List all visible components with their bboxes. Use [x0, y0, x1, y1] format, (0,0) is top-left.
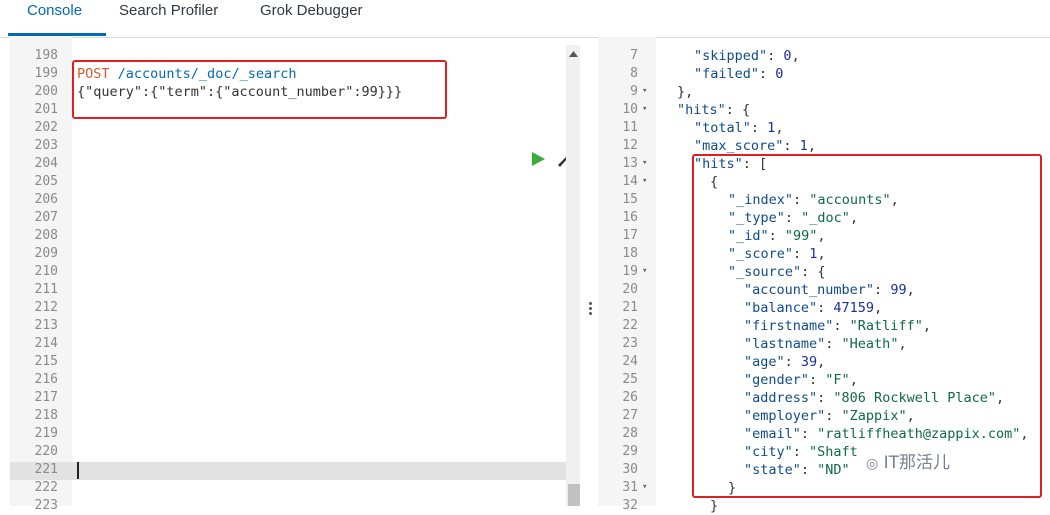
- line-number: 210: [34, 264, 58, 279]
- request-scrollbar-thumb[interactable]: [568, 484, 580, 506]
- line-number: 19: [622, 264, 638, 279]
- fold-toggle-icon[interactable]: ▾: [642, 104, 647, 114]
- line-number: 25: [622, 372, 638, 387]
- line-number: 27: [622, 408, 638, 423]
- line-number: 212: [34, 300, 58, 315]
- line-number: 18: [622, 246, 638, 261]
- tab-bar: Console Search Profiler Grok Debugger: [0, 0, 1050, 38]
- line-number: 206: [34, 192, 58, 207]
- request-line-numbers: 198 199 200 201 202 203 204 205 206 207 208 209 210 2…: [14, 47, 58, 515]
- fold-toggle-icon[interactable]: ▾: [642, 86, 647, 96]
- request-highlight-box: [72, 60, 447, 119]
- fold-toggle-icon[interactable]: ▾: [642, 176, 647, 186]
- line-number: 8: [630, 66, 638, 81]
- play-icon[interactable]: [530, 151, 546, 167]
- response-hits-highlight-box: [692, 154, 1042, 498]
- line-number: 14: [622, 174, 638, 189]
- line-number: 28: [622, 426, 638, 441]
- text-cursor: [77, 462, 79, 479]
- line-number: 9: [630, 84, 638, 99]
- line-number: 211: [34, 282, 58, 297]
- line-number: 32: [622, 498, 638, 513]
- line-number: 31: [622, 480, 638, 495]
- line-number: 24: [622, 354, 638, 369]
- fold-toggle-icon[interactable]: ▾: [642, 266, 647, 276]
- pane-resize-handle[interactable]: [589, 302, 593, 316]
- line-number: 216: [34, 372, 58, 387]
- line-number: 20: [622, 282, 638, 297]
- line-number: 7: [630, 48, 638, 63]
- line-number: 219: [34, 426, 58, 441]
- request-scrollbar[interactable]: [566, 45, 580, 506]
- response-line-close-shards: },: [677, 84, 694, 100]
- wechat-icon: ◎: [866, 456, 879, 472]
- line-number: 209: [34, 246, 58, 261]
- watermark: ◎ IT那活儿: [866, 453, 951, 473]
- line-number: 215: [34, 354, 58, 369]
- line-number: 21: [622, 300, 638, 315]
- scroll-up-arrow-icon[interactable]: [569, 51, 578, 58]
- line-number: 221: [34, 462, 58, 477]
- line-number: 29: [622, 444, 638, 459]
- line-number: 218: [34, 408, 58, 423]
- line-number: 203: [34, 138, 58, 153]
- response-line-hits-open: "hits": {: [677, 102, 751, 118]
- line-number: 204: [34, 156, 58, 171]
- tab-search-profiler[interactable]: Search Profiler: [119, 2, 218, 19]
- line-number: 16: [622, 210, 638, 225]
- line-number: 213: [34, 318, 58, 333]
- line-number: 15: [622, 192, 638, 207]
- line-number: 10: [622, 102, 638, 117]
- line-number: 222: [34, 480, 58, 495]
- line-number: 23: [622, 336, 638, 351]
- line-number: 11: [622, 120, 638, 135]
- response-line-skipped: "skipped": 0,: [694, 48, 800, 64]
- line-number: 207: [34, 210, 58, 225]
- line-number: 205: [34, 174, 58, 189]
- response-line-total: "total": 1,: [694, 120, 784, 136]
- response-line-numbers: 7 8 9 10 11 12 13 14 15 16 17 18 19 20 21 22 23 24 25 26 27 2…: [600, 47, 638, 515]
- response-line-failed: "failed": 0: [694, 66, 784, 82]
- line-number: 220: [34, 444, 58, 459]
- tab-console[interactable]: Console: [27, 2, 82, 19]
- line-number: 214: [34, 336, 58, 351]
- fold-toggle-icon[interactable]: ▾: [642, 158, 647, 168]
- line-number: 30: [622, 462, 638, 477]
- response-line-hit-close: }: [710, 498, 719, 514]
- line-number: 198: [34, 48, 58, 63]
- line-number: 208: [34, 228, 58, 243]
- line-number: 12: [622, 138, 638, 153]
- line-number: 22: [622, 318, 638, 333]
- line-number: 201: [34, 102, 58, 117]
- fold-toggle-icon[interactable]: ▾: [642, 482, 647, 492]
- line-number: 17: [622, 228, 638, 243]
- active-line-highlight: [10, 462, 566, 480]
- response-line-max-score: "max_score": 1,: [694, 138, 816, 154]
- line-number: 223: [34, 498, 58, 513]
- line-number: 199: [34, 66, 58, 81]
- line-number: 26: [622, 390, 638, 405]
- line-number: 13: [622, 156, 638, 171]
- line-number: 202: [34, 120, 58, 135]
- line-number: 217: [34, 390, 58, 405]
- tab-grok-debugger[interactable]: Grok Debugger: [260, 2, 363, 19]
- line-number: 200: [34, 84, 58, 99]
- active-tab-indicator: [8, 33, 106, 36]
